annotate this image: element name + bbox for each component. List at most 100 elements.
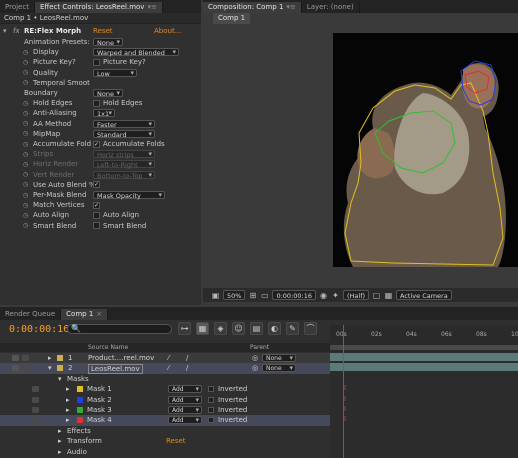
work-area-bar[interactable] (330, 345, 518, 350)
stopwatch-icon[interactable]: ◷ (23, 171, 30, 178)
stopwatch-icon[interactable]: ◷ (23, 151, 30, 158)
eye-icon[interactable] (12, 355, 19, 361)
safe-zones-icon[interactable]: ⊞ (248, 291, 257, 300)
effect-header-row[interactable]: ▾ fx RE:Flex Morph Reset About... (0, 26, 201, 36)
layer-row[interactable]: ▾ 2 LeosReel.mov ⁄ / ◎ None (0, 363, 330, 375)
checkbox-box[interactable] (93, 211, 100, 219)
mask-inverted-checkbox[interactable] (208, 407, 214, 413)
stopwatch-icon[interactable]: ◷ (23, 161, 30, 168)
transparency-grid-icon[interactable]: ▦ (384, 291, 393, 300)
collapse-triangle-icon[interactable]: ▾ (3, 27, 7, 35)
audio-group-row[interactable]: ▸ Audio (0, 447, 330, 457)
time-ruler[interactable]: 00s 02s 04s 06s 08s 10s (330, 325, 518, 352)
param-checkbox-match-vertices[interactable]: ✓ (93, 201, 100, 209)
mask-lock-icon[interactable] (32, 386, 39, 393)
shy-switch-icon[interactable]: ⁄ (168, 363, 169, 373)
panel-menu-icon[interactable]: ▾≡ (147, 3, 156, 11)
tab-project[interactable]: Project (0, 2, 35, 13)
mask-row[interactable]: ▸ Mask 2 Add Inverted (0, 395, 330, 405)
keyframe-icon[interactable]: I (344, 415, 346, 423)
label-color-swatch[interactable] (57, 355, 63, 361)
layer-duration-bar[interactable] (330, 363, 518, 372)
checkbox-box[interactable]: ✓ (93, 181, 100, 189)
stopwatch-icon[interactable]: ◷ (23, 79, 30, 86)
source-name-column[interactable]: Source Name (88, 343, 128, 352)
motion-blur-icon[interactable]: ◐ (268, 322, 281, 335)
resolution-dropdown[interactable]: (Half) (342, 290, 370, 300)
mask-mode-dropdown[interactable]: Add (168, 416, 202, 425)
mask-mode-dropdown[interactable]: Add (168, 406, 202, 414)
tab-effect-controls[interactable]: Effect Controls: LeosReel.mov ▾≡ (34, 2, 163, 13)
mask-row[interactable]: ▸ Mask 3 Add Inverted (0, 405, 330, 415)
mask-inverted-checkbox[interactable] (208, 417, 214, 424)
timecode-field[interactable]: 0:00:00:16 (272, 290, 316, 300)
parent-dropdown[interactable]: None (262, 354, 296, 362)
channel-icon[interactable]: ✦ (331, 291, 340, 300)
expand-triangle-icon[interactable]: ▸ (48, 353, 52, 363)
composition-viewer[interactable] (333, 33, 518, 267)
mask-lock-icon[interactable] (32, 417, 39, 424)
layer-row[interactable]: ▸ 1 Product....reel.mov ⁄ / ◎ None (0, 353, 330, 364)
stopwatch-icon[interactable]: ◷ (23, 222, 30, 229)
checkbox-box[interactable] (93, 58, 100, 66)
camera-dropdown[interactable]: Active Camera (396, 290, 452, 300)
shy-switch-icon[interactable]: ⁄ (168, 353, 169, 363)
stopwatch-icon[interactable]: ◷ (23, 130, 30, 137)
effect-about-link[interactable]: About... (154, 27, 181, 35)
mask-color-swatch[interactable] (77, 407, 83, 413)
tab-comp-1[interactable]: Comp 1 × (61, 309, 109, 320)
eye-icon[interactable] (12, 365, 19, 372)
keyframe-icon[interactable]: I (344, 395, 346, 403)
checkbox-box[interactable] (93, 99, 100, 107)
param-dropdown-display[interactable]: Warped and Blended (93, 48, 179, 57)
expand-triangle-icon[interactable]: ▸ (66, 384, 70, 394)
stopwatch-icon[interactable]: ◷ (23, 49, 30, 56)
label-color-swatch[interactable] (57, 365, 63, 372)
timeline-tracks[interactable]: IIII (330, 352, 518, 458)
stopwatch-icon[interactable]: ◷ (23, 100, 30, 107)
quality-switch-icon[interactable]: / (186, 363, 188, 373)
checkbox-box[interactable] (93, 222, 100, 230)
mask-mode-dropdown[interactable]: Add (168, 395, 202, 404)
tab-render-queue[interactable]: Render Queue (0, 309, 62, 320)
mask-visibility-icon[interactable]: ▭ (260, 291, 269, 300)
effects-group-row[interactable]: ▸ Effects (0, 426, 330, 436)
brainstorm-icon[interactable]: ✎ (286, 322, 299, 335)
checkbox-box[interactable]: ✓ (93, 201, 100, 209)
expand-triangle-icon[interactable]: ▸ (66, 415, 70, 425)
param-dropdown-boundary[interactable]: None (93, 89, 123, 98)
stopwatch-icon[interactable]: ◷ (23, 192, 30, 199)
mask-color-swatch[interactable] (77, 386, 83, 393)
shy-icon[interactable]: ☺ (232, 322, 245, 335)
layer-duration-bar[interactable] (330, 353, 518, 361)
layer-name[interactable]: Product....reel.mov (88, 353, 154, 363)
expand-triangle-icon[interactable]: ▸ (66, 405, 70, 415)
param-checkbox-use-auto-blend[interactable]: ✓ (93, 181, 100, 189)
expand-triangle-icon[interactable]: ▾ (58, 374, 62, 384)
expand-triangle-icon[interactable]: ▸ (58, 426, 62, 436)
keyframe-icon[interactable]: I (344, 405, 346, 413)
comp-subtab[interactable]: Comp 1 (213, 13, 251, 24)
stopwatch-icon[interactable]: ◷ (23, 110, 30, 117)
expand-triangle-icon[interactable]: ▸ (66, 395, 70, 405)
checkbox-box[interactable]: ✓ (93, 140, 100, 148)
audio-icon[interactable] (22, 355, 29, 361)
parent-dropdown[interactable]: None (262, 364, 296, 373)
timeline-timecode[interactable]: 0:00:00:16 (9, 324, 69, 335)
mask-name[interactable]: Mask 2 (87, 395, 112, 405)
param-dropdown-quality[interactable]: Low (93, 68, 137, 78)
param-dropdown-animation-presets[interactable]: None (93, 38, 123, 47)
region-of-interest-icon[interactable]: ▢ (372, 291, 381, 300)
param-dropdown-per-mask-blend[interactable]: Mask Opacity (93, 191, 165, 200)
live-update-icon[interactable]: ▦ (196, 322, 209, 335)
keyframe-icon[interactable]: I (344, 384, 346, 392)
fx-icon[interactable]: fx (13, 27, 20, 35)
mask-name[interactable]: Mask 4 (87, 415, 112, 425)
param-checkbox-picture-key[interactable]: Picture Key? (93, 58, 146, 66)
playhead[interactable] (343, 325, 344, 458)
mask-inverted-checkbox[interactable] (208, 396, 214, 403)
audio-icon[interactable] (22, 365, 29, 372)
param-dropdown-anti-aliasing[interactable]: 1x1 (93, 109, 115, 118)
mask-row[interactable]: ▸ Mask 4 Add Inverted (0, 415, 330, 426)
graph-editor-icon[interactable]: ⌒ (304, 322, 317, 335)
